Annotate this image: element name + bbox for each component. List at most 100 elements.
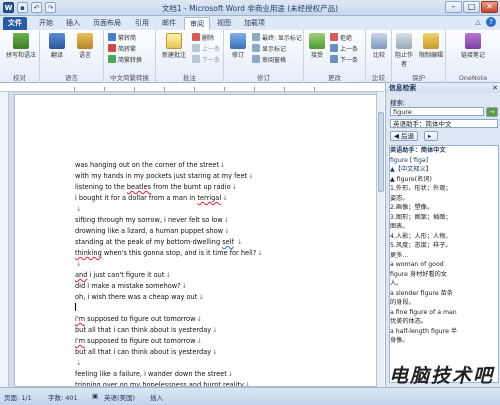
paragraph-mark: ↓ xyxy=(223,216,230,224)
vertical-scrollbar[interactable] xyxy=(376,92,384,387)
translate-icon xyxy=(49,33,65,49)
to-simplified-button[interactable]: 繁转简 xyxy=(108,33,136,43)
paragraph-mark: ↓ xyxy=(224,227,230,235)
document-line[interactable]: with my hands in my pockets just staring… xyxy=(75,171,375,182)
close-pane-icon[interactable]: ✕ xyxy=(492,83,498,93)
line-text: but all that i can think about is yester… xyxy=(75,348,212,356)
document-line[interactable]: but all that i can think about is yester… xyxy=(75,347,375,358)
document-line[interactable]: listening to the beatles from the burnt … xyxy=(75,182,375,193)
document-line[interactable]: standing at the peak of my bottom-dwelli… xyxy=(75,237,375,248)
new-comment-button[interactable]: 新建批注 xyxy=(159,33,189,59)
spelling-error: terrigal xyxy=(197,194,222,202)
document-line[interactable]: i'm supposed to figure out tomorrow↓ xyxy=(75,336,375,347)
reviewing-pane-dropdown[interactable]: 审阅窗格 xyxy=(252,55,286,65)
block-authors-button[interactable]: 阻止作者 xyxy=(393,33,415,68)
document-line[interactable]: ↓ xyxy=(75,259,375,270)
research-search-input[interactable]: figure xyxy=(390,107,484,116)
word-count[interactable]: 字数: 401 xyxy=(48,392,78,402)
ribbon-tabs: 文件 开始 插入 页面布局 引用 邮件 审阅 视图 加载项 △ ? xyxy=(0,16,500,30)
restrict-editing-button[interactable]: 限制编辑 xyxy=(418,33,444,59)
document-line[interactable]: i'm supposed to figure out tomorrow↓ xyxy=(75,314,375,325)
lock-icon xyxy=(423,33,439,49)
document-line[interactable]: did i make a mistake somehow?↓ xyxy=(75,281,375,292)
linked-notes-button[interactable]: 链接笔记 xyxy=(460,33,486,59)
language-status[interactable]: 英语(美国) xyxy=(104,392,135,402)
new-comment-icon xyxy=(166,33,182,49)
document-line[interactable]: i bought it for a dollar from a man in t… xyxy=(75,193,375,204)
document-line[interactable] xyxy=(75,303,375,314)
group-changes: 接受 拒绝 上一条 下一条 更改 xyxy=(304,30,366,83)
line-text: listening to the xyxy=(75,183,127,191)
tab-mailings[interactable]: 邮件 xyxy=(157,17,181,30)
show-markup-dropdown[interactable]: 显示标记 xyxy=(252,44,286,54)
document-line[interactable]: feeling like a failure, i wander down th… xyxy=(75,369,375,380)
reject-button[interactable]: 拒绝 xyxy=(330,33,352,43)
proofing-status-icon[interactable]: ▣ xyxy=(92,392,98,400)
line-text: from the burnt up radio xyxy=(151,183,231,191)
document-line[interactable]: tripping over on my hopelessness and bur… xyxy=(75,380,375,386)
to-traditional-button[interactable]: 简转繁 xyxy=(108,44,136,54)
prev-comment-button[interactable]: 上一条 xyxy=(192,44,220,54)
group-language: 翻译 语言 语言 xyxy=(40,30,104,83)
tab-insert[interactable]: 插入 xyxy=(61,17,85,30)
close-button[interactable]: ✕ xyxy=(481,1,498,13)
research-result-line: 英语助手：简体中文 xyxy=(390,147,446,154)
ribbon-collapse-icon[interactable]: △ xyxy=(473,17,483,27)
tab-page-layout[interactable]: 页面布局 xyxy=(88,17,126,30)
line-text: supposed to figure out tomorrow xyxy=(85,315,196,323)
delete-comment-button[interactable]: 删除 xyxy=(192,33,214,43)
document-text[interactable]: was hanging out on the corner of the str… xyxy=(75,160,375,386)
tab-references[interactable]: 引用 xyxy=(130,17,154,30)
document-page[interactable]: was hanging out on the corner of the str… xyxy=(14,94,378,387)
document-line[interactable]: drowning like a lizard, a human puppet s… xyxy=(75,226,375,237)
scrollbar-thumb[interactable] xyxy=(378,112,384,192)
document-line[interactable]: thinking when's this gonna stop, and is … xyxy=(75,248,375,259)
document-line[interactable]: and i just can't figure it out↓ xyxy=(75,270,375,281)
document-line[interactable]: sifting through my sorrow, i never felt … xyxy=(75,215,375,226)
research-pane-header: 信息检索 ✕ xyxy=(386,83,500,93)
horizontal-ruler[interactable] xyxy=(0,83,384,92)
status-bar: 页面: 1/1 字数: 401 ▣ 英语(美国) 插入 xyxy=(0,387,500,405)
back-button[interactable]: ◀ 后退 xyxy=(390,131,419,141)
tab-review[interactable]: 审阅 xyxy=(184,17,210,30)
compare-button[interactable]: 比较 xyxy=(368,33,390,59)
search-go-button[interactable]: → xyxy=(486,107,498,117)
paragraph-mark: ↓ xyxy=(212,326,218,334)
next-comment-button[interactable]: 下一条 xyxy=(192,55,220,65)
group-chinese-conversion: 繁转简 简转繁 简繁转换 中文简繁转换 xyxy=(104,30,156,83)
document-line[interactable]: but all that i can think about is yester… xyxy=(75,325,375,336)
research-result-line: ▲【中文释义】 xyxy=(390,166,432,173)
research-source-dropdown[interactable]: 英语助手：简体中文 xyxy=(390,119,498,128)
next-change-button[interactable]: 下一条 xyxy=(330,55,358,65)
translate-button[interactable]: 翻译 xyxy=(46,33,68,59)
research-pane-title: 信息检索 xyxy=(389,84,417,92)
tab-addins[interactable]: 加载项 xyxy=(239,17,270,30)
page-count[interactable]: 页面: 1/1 xyxy=(4,392,32,402)
spelling-grammar-button[interactable]: 拼写和语法 xyxy=(6,33,36,59)
display-for-review-dropdown[interactable]: 最终: 显示标记 xyxy=(252,33,302,43)
document-line[interactable]: ↓ xyxy=(75,358,375,369)
forward-button[interactable]: ▸ xyxy=(424,131,438,141)
paragraph-mark: ↓ xyxy=(219,161,226,169)
accept-button[interactable]: 接受 xyxy=(306,33,328,59)
help-icon[interactable]: ? xyxy=(486,17,496,27)
track-changes-button[interactable]: 修订 xyxy=(227,33,249,59)
maximize-button[interactable]: □ xyxy=(463,1,480,13)
line-text: oh, i wish there was a cheap way out xyxy=(75,293,198,301)
tab-view[interactable]: 视图 xyxy=(212,17,236,30)
tab-home[interactable]: 开始 xyxy=(34,17,58,30)
document-line[interactable]: oh, i wish there was a cheap way out↓ xyxy=(75,292,375,303)
insert-mode[interactable]: 插入 xyxy=(150,392,163,402)
prev-change-button[interactable]: 上一条 xyxy=(330,44,358,54)
research-result-line: 的身段。 xyxy=(390,299,415,306)
tab-file[interactable]: 文件 xyxy=(3,17,27,30)
grammar-error: self xyxy=(222,238,234,246)
document-line[interactable]: ↓ xyxy=(75,204,375,215)
language-button[interactable]: 语言 xyxy=(74,33,96,59)
vertical-ruler[interactable] xyxy=(0,92,9,387)
research-results[interactable]: 英语助手：简体中文 figure [ˈfigə] ▲【中文释义】 ▲ figure… xyxy=(389,145,499,383)
document-line[interactable]: was hanging out on the corner of the str… xyxy=(75,160,375,171)
chinese-convert-button[interactable]: 简繁转换 xyxy=(108,55,142,65)
minimize-button[interactable]: – xyxy=(445,1,462,13)
research-result-line: 图表。 xyxy=(390,223,409,230)
